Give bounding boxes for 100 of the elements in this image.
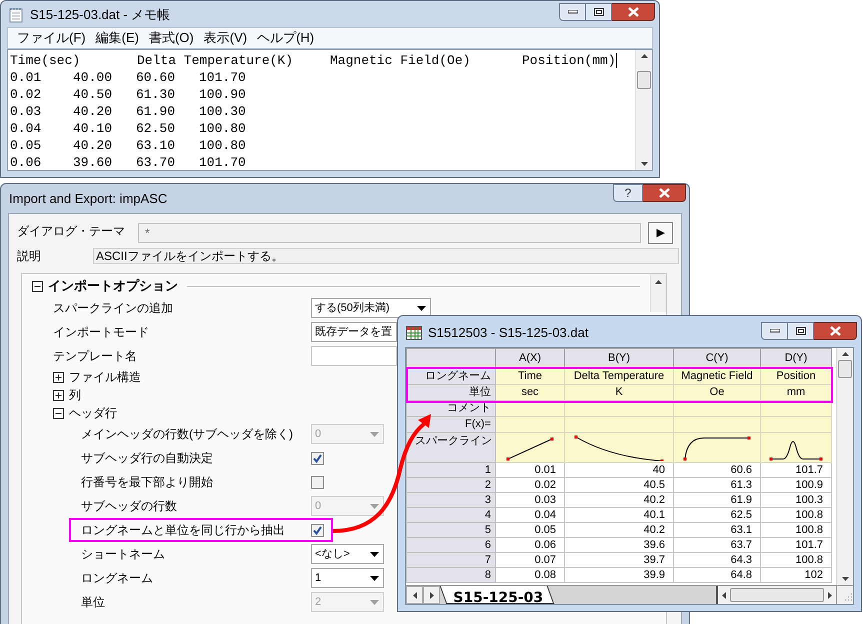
- tree-item[interactable]: ヘッダ行: [69, 404, 117, 422]
- text-line-field: Delta Temperature(K): [137, 52, 330, 69]
- table-cell: 39.9: [564, 568, 674, 582]
- table-cell: 0.08: [496, 568, 564, 582]
- dropdown[interactable]: する(50列未満): [311, 298, 431, 318]
- checkbox[interactable]: [311, 476, 324, 488]
- close-button[interactable]: [814, 322, 857, 340]
- menu-item[interactable]: 表示(V): [198, 28, 252, 48]
- row-header: 4: [406, 508, 496, 522]
- dropdown[interactable]: 既存データを置: [311, 322, 397, 342]
- table-cell: 40: [564, 462, 674, 478]
- table-cell: 102: [760, 568, 832, 582]
- resize-grip-icon[interactable]: [836, 586, 853, 604]
- right-triangle-icon: [430, 592, 434, 598]
- text-field[interactable]: [311, 346, 397, 366]
- table-cell: mm: [760, 384, 832, 400]
- table-cell: 62.5: [674, 508, 760, 522]
- notepad-icon: [9, 7, 23, 23]
- scroll-right-icon[interactable]: [828, 592, 832, 598]
- checkbox[interactable]: [311, 524, 324, 536]
- help-button[interactable]: ?: [613, 184, 643, 202]
- tree-item[interactable]: ファイル構造: [69, 368, 141, 386]
- text-line-field: 60.60: [136, 69, 199, 86]
- menu-item[interactable]: ファイル(F): [12, 28, 91, 48]
- table-cell: K: [564, 384, 674, 400]
- minimize-icon: [568, 10, 578, 14]
- expand-icon[interactable]: [53, 372, 64, 382]
- minimize-icon: [770, 329, 780, 333]
- menu-item[interactable]: 書式(O): [144, 28, 199, 48]
- menu-item[interactable]: ヘルプ(H): [252, 28, 320, 48]
- column-header[interactable]: D(Y): [760, 348, 832, 368]
- text-cursor: [616, 53, 617, 68]
- close-button[interactable]: [612, 3, 655, 21]
- text-line-field: 0.02: [10, 86, 73, 103]
- play-button[interactable]: ▶: [648, 222, 673, 244]
- text-line-field: 0.04: [10, 120, 73, 137]
- minimize-button[interactable]: [559, 3, 586, 21]
- tree-item[interactable]: 列: [69, 386, 81, 404]
- scroll-thumb[interactable]: [730, 588, 824, 602]
- scroll-down-icon[interactable]: [842, 577, 848, 581]
- caret-icon: [370, 432, 379, 436]
- close-button[interactable]: [643, 184, 686, 202]
- previous-sheet-button[interactable]: [406, 586, 423, 604]
- option-label: ロングネームと単位を同じ行から抽出: [81, 522, 286, 539]
- row-header: ロングネーム: [406, 368, 496, 384]
- expand-icon[interactable]: [53, 390, 64, 400]
- text-line-field: 100.90: [199, 86, 262, 103]
- table-cell: 0.07: [496, 552, 564, 568]
- maximize-button[interactable]: [788, 322, 814, 340]
- scroll-thumb[interactable]: [637, 71, 651, 89]
- caret-icon: [370, 576, 379, 580]
- caret-icon: [370, 600, 379, 604]
- window-title: Import and Export: impASC: [9, 190, 168, 208]
- row-header: 3: [406, 492, 496, 508]
- scroll-up-icon[interactable]: [640, 54, 648, 58]
- row-header: 8: [406, 568, 496, 582]
- scroll-up-icon[interactable]: [842, 352, 848, 356]
- text-line-field: 40.00: [73, 69, 136, 86]
- text-line-field: Magnetic Field(Oe): [330, 52, 522, 69]
- column-header[interactable]: C(Y): [674, 348, 760, 368]
- table-cell: 0.03: [496, 492, 564, 508]
- table-cell: Position: [760, 368, 832, 384]
- worksheet-icon: [406, 326, 422, 340]
- text-line-field: Time(sec): [10, 52, 137, 69]
- option-label: サブヘッダの行数: [81, 498, 178, 515]
- table-cell: 64.3: [674, 552, 760, 568]
- vertical-scrollbar[interactable]: [650, 274, 666, 312]
- table-cell: 0.05: [496, 522, 564, 538]
- menu-item[interactable]: 編集(E): [90, 28, 144, 48]
- theme-value: *: [145, 225, 150, 242]
- maximize-button[interactable]: [586, 3, 612, 21]
- table-cell: 101.7: [760, 538, 832, 552]
- table-cell: 100.8: [760, 508, 832, 522]
- table-cell: 100.8: [760, 522, 832, 538]
- collapse-icon[interactable]: [53, 408, 64, 418]
- sheet-tab[interactable]: S15-125-03: [440, 586, 554, 604]
- scroll-up-icon[interactable]: [655, 280, 662, 284]
- table-cell: 100.8: [760, 552, 832, 568]
- theme-field[interactable]: *: [138, 223, 641, 243]
- table-cell: 63.1: [674, 522, 760, 538]
- table-cell: 39.7: [564, 552, 674, 568]
- table-cell: 39.6: [564, 538, 674, 552]
- option-label: メインヘッダの行数(サブヘッダを除く): [81, 426, 294, 443]
- scroll-thumb[interactable]: [838, 360, 852, 378]
- text-area[interactable]: [7, 49, 653, 171]
- table-cell: 100.9: [760, 478, 832, 492]
- dropdown[interactable]: 1: [311, 568, 384, 588]
- next-sheet-button[interactable]: [423, 586, 440, 604]
- column-header[interactable]: A(X): [496, 348, 564, 368]
- checkbox[interactable]: [311, 452, 324, 464]
- dropdown[interactable]: <なし>: [311, 544, 384, 564]
- collapse-icon[interactable]: [32, 280, 43, 292]
- scroll-left-icon[interactable]: [722, 592, 726, 598]
- minimize-button[interactable]: [761, 322, 788, 340]
- theme-label: ダイアログ・テーマ: [16, 223, 126, 240]
- text-line-field: 61.90: [136, 103, 199, 120]
- column-header[interactable]: B(Y): [564, 348, 674, 368]
- vertical-scrollbar[interactable]: [635, 50, 652, 170]
- table-cell: 100.3: [760, 492, 832, 508]
- scroll-down-icon[interactable]: [640, 162, 648, 166]
